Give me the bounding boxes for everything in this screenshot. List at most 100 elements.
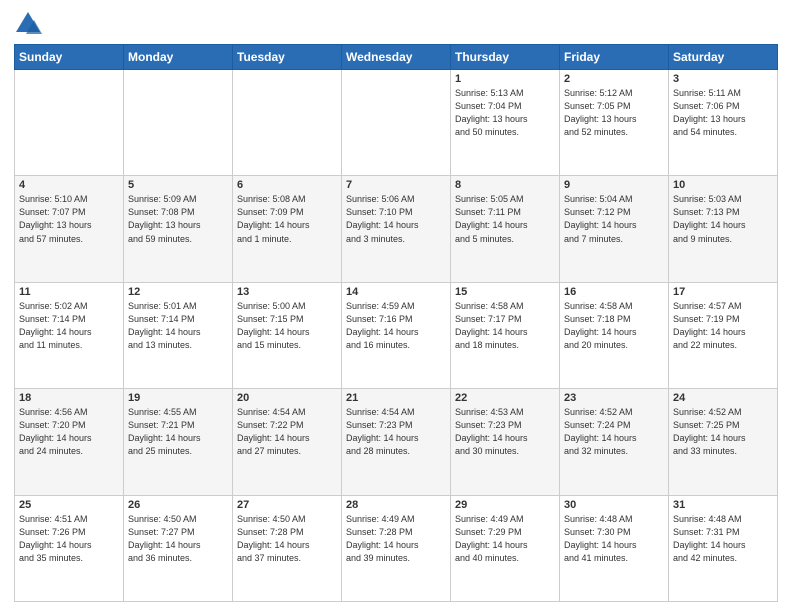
- day-number: 16: [564, 286, 664, 298]
- col-header-thursday: Thursday: [451, 45, 560, 70]
- day-number: 6: [237, 179, 337, 191]
- day-cell-25: 25 Sunrise: 4:51 AM Sunset: 7:26 PM Dayli…: [15, 495, 124, 601]
- day-number: 3: [673, 73, 773, 85]
- day-number: 17: [673, 286, 773, 298]
- day-number: 4: [19, 179, 119, 191]
- col-header-wednesday: Wednesday: [342, 45, 451, 70]
- day-cell-2: 2 Sunrise: 5:12 AM Sunset: 7:05 PM Daylig…: [560, 70, 669, 176]
- day-info: Sunrise: 4:57 AM Sunset: 7:19 PM Dayligh…: [673, 300, 773, 352]
- day-info: Sunrise: 5:12 AM Sunset: 7:05 PM Dayligh…: [564, 87, 664, 139]
- day-number: 23: [564, 392, 664, 404]
- empty-cell: [233, 70, 342, 176]
- day-cell-9: 9 Sunrise: 5:04 AM Sunset: 7:12 PM Daylig…: [560, 176, 669, 282]
- calendar-table: SundayMondayTuesdayWednesdayThursdayFrid…: [14, 44, 778, 602]
- day-info: Sunrise: 4:54 AM Sunset: 7:23 PM Dayligh…: [346, 406, 446, 458]
- week-row-4: 18 Sunrise: 4:56 AM Sunset: 7:20 PM Dayli…: [15, 389, 778, 495]
- day-cell-15: 15 Sunrise: 4:58 AM Sunset: 7:17 PM Dayli…: [451, 282, 560, 388]
- day-cell-10: 10 Sunrise: 5:03 AM Sunset: 7:13 PM Dayli…: [669, 176, 778, 282]
- day-info: Sunrise: 4:50 AM Sunset: 7:28 PM Dayligh…: [237, 513, 337, 565]
- week-row-1: 1 Sunrise: 5:13 AM Sunset: 7:04 PM Daylig…: [15, 70, 778, 176]
- day-number: 19: [128, 392, 228, 404]
- day-cell-22: 22 Sunrise: 4:53 AM Sunset: 7:23 PM Dayli…: [451, 389, 560, 495]
- day-cell-30: 30 Sunrise: 4:48 AM Sunset: 7:30 PM Dayli…: [560, 495, 669, 601]
- day-number: 30: [564, 499, 664, 511]
- col-header-friday: Friday: [560, 45, 669, 70]
- day-number: 9: [564, 179, 664, 191]
- day-cell-12: 12 Sunrise: 5:01 AM Sunset: 7:14 PM Dayli…: [124, 282, 233, 388]
- col-header-saturday: Saturday: [669, 45, 778, 70]
- day-info: Sunrise: 4:55 AM Sunset: 7:21 PM Dayligh…: [128, 406, 228, 458]
- day-cell-26: 26 Sunrise: 4:50 AM Sunset: 7:27 PM Dayli…: [124, 495, 233, 601]
- day-number: 12: [128, 286, 228, 298]
- day-number: 14: [346, 286, 446, 298]
- week-row-3: 11Sunrise: 5:02 AM Sunset: 7:14 PM Dayli…: [15, 282, 778, 388]
- day-number: 31: [673, 499, 773, 511]
- day-number: 10: [673, 179, 773, 191]
- day-number: 29: [455, 499, 555, 511]
- day-cell-20: 20Sunrise: 4:54 AM Sunset: 7:22 PM Dayli…: [233, 389, 342, 495]
- day-info: Sunrise: 4:56 AM Sunset: 7:20 PM Dayligh…: [19, 406, 119, 458]
- day-number: 8: [455, 179, 555, 191]
- day-info: Sunrise: 5:09 AM Sunset: 7:08 PM Dayligh…: [128, 193, 228, 245]
- day-number: 26: [128, 499, 228, 511]
- day-info: Sunrise: 5:05 AM Sunset: 7:11 PM Dayligh…: [455, 193, 555, 245]
- day-cell-27: 27 Sunrise: 4:50 AM Sunset: 7:28 PM Dayli…: [233, 495, 342, 601]
- day-info: Sunrise: 4:48 AM Sunset: 7:30 PM Dayligh…: [564, 513, 664, 565]
- day-info: Sunrise: 4:58 AM Sunset: 7:17 PM Dayligh…: [455, 300, 555, 352]
- day-number: 24: [673, 392, 773, 404]
- day-info: Sunrise: 5:11 AM Sunset: 7:06 PM Dayligh…: [673, 87, 773, 139]
- day-number: 11: [19, 286, 119, 298]
- day-number: 27: [237, 499, 337, 511]
- day-info: Sunrise: 4:52 AM Sunset: 7:24 PM Dayligh…: [564, 406, 664, 458]
- day-number: 21: [346, 392, 446, 404]
- day-number: 22: [455, 392, 555, 404]
- day-cell-7: 7Sunrise: 5:06 AM Sunset: 7:10 PM Daylig…: [342, 176, 451, 282]
- day-cell-8: 8 Sunrise: 5:05 AM Sunset: 7:11 PM Daylig…: [451, 176, 560, 282]
- day-cell-13: 13Sunrise: 5:00 AM Sunset: 7:15 PM Dayli…: [233, 282, 342, 388]
- day-cell-18: 18 Sunrise: 4:56 AM Sunset: 7:20 PM Dayli…: [15, 389, 124, 495]
- day-number: 25: [19, 499, 119, 511]
- day-cell-16: 16 Sunrise: 4:58 AM Sunset: 7:18 PM Dayli…: [560, 282, 669, 388]
- day-cell-17: 17 Sunrise: 4:57 AM Sunset: 7:19 PM Dayli…: [669, 282, 778, 388]
- empty-cell: [342, 70, 451, 176]
- day-number: 18: [19, 392, 119, 404]
- day-cell-29: 29 Sunrise: 4:49 AM Sunset: 7:29 PM Dayli…: [451, 495, 560, 601]
- day-number: 15: [455, 286, 555, 298]
- week-row-2: 4 Sunrise: 5:10 AM Sunset: 7:07 PM Daylig…: [15, 176, 778, 282]
- day-info: Sunrise: 4:59 AM Sunset: 7:16 PM Dayligh…: [346, 300, 446, 352]
- day-info: Sunrise: 5:01 AM Sunset: 7:14 PM Dayligh…: [128, 300, 228, 352]
- day-info: Sunrise: 5:10 AM Sunset: 7:07 PM Dayligh…: [19, 193, 119, 245]
- day-number: 2: [564, 73, 664, 85]
- day-info: Sunrise: 5:06 AM Sunset: 7:10 PM Dayligh…: [346, 193, 446, 245]
- day-number: 28: [346, 499, 446, 511]
- day-cell-31: 31 Sunrise: 4:48 AM Sunset: 7:31 PM Dayli…: [669, 495, 778, 601]
- day-info: Sunrise: 5:13 AM Sunset: 7:04 PM Dayligh…: [455, 87, 555, 139]
- day-cell-28: 28 Sunrise: 4:49 AM Sunset: 7:28 PM Dayli…: [342, 495, 451, 601]
- day-number: 5: [128, 179, 228, 191]
- day-info: Sunrise: 5:04 AM Sunset: 7:12 PM Dayligh…: [564, 193, 664, 245]
- day-info: Sunrise: 4:54 AM Sunset: 7:22 PM Dayligh…: [237, 406, 337, 458]
- day-cell-24: 24Sunrise: 4:52 AM Sunset: 7:25 PM Dayli…: [669, 389, 778, 495]
- day-cell-5: 5 Sunrise: 5:09 AM Sunset: 7:08 PM Daylig…: [124, 176, 233, 282]
- empty-cell: [15, 70, 124, 176]
- day-cell-23: 23 Sunrise: 4:52 AM Sunset: 7:24 PM Dayli…: [560, 389, 669, 495]
- day-info: Sunrise: 4:49 AM Sunset: 7:28 PM Dayligh…: [346, 513, 446, 565]
- day-cell-19: 19 Sunrise: 4:55 AM Sunset: 7:21 PM Dayli…: [124, 389, 233, 495]
- day-info: Sunrise: 4:58 AM Sunset: 7:18 PM Dayligh…: [564, 300, 664, 352]
- day-cell-11: 11Sunrise: 5:02 AM Sunset: 7:14 PM Dayli…: [15, 282, 124, 388]
- day-info: Sunrise: 5:08 AM Sunset: 7:09 PM Dayligh…: [237, 193, 337, 245]
- day-info: Sunrise: 4:49 AM Sunset: 7:29 PM Dayligh…: [455, 513, 555, 565]
- day-number: 1: [455, 73, 555, 85]
- day-info: Sunrise: 4:48 AM Sunset: 7:31 PM Dayligh…: [673, 513, 773, 565]
- day-cell-3: 3 Sunrise: 5:11 AM Sunset: 7:06 PM Daylig…: [669, 70, 778, 176]
- day-info: Sunrise: 4:50 AM Sunset: 7:27 PM Dayligh…: [128, 513, 228, 565]
- logo-icon: [14, 10, 42, 38]
- empty-cell: [124, 70, 233, 176]
- day-info: Sunrise: 5:00 AM Sunset: 7:15 PM Dayligh…: [237, 300, 337, 352]
- day-cell-21: 21 Sunrise: 4:54 AM Sunset: 7:23 PM Dayli…: [342, 389, 451, 495]
- day-cell-4: 4 Sunrise: 5:10 AM Sunset: 7:07 PM Daylig…: [15, 176, 124, 282]
- day-info: Sunrise: 5:03 AM Sunset: 7:13 PM Dayligh…: [673, 193, 773, 245]
- day-info: Sunrise: 4:53 AM Sunset: 7:23 PM Dayligh…: [455, 406, 555, 458]
- day-info: Sunrise: 4:51 AM Sunset: 7:26 PM Dayligh…: [19, 513, 119, 565]
- calendar-header-row: SundayMondayTuesdayWednesdayThursdayFrid…: [15, 45, 778, 70]
